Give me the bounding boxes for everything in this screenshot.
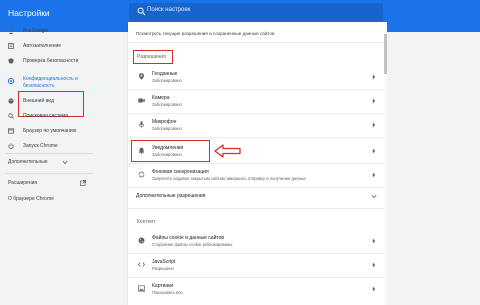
permission-row-location[interactable]: Геоданные Заблокировано — [128, 67, 384, 89]
location-icon — [139, 73, 144, 80]
chevron-down-icon — [62, 160, 68, 165]
bell-icon — [138, 147, 145, 154]
permission-title: Фоновая синхронизация — [152, 169, 209, 175]
sidebar-item-label: Поисковая система — [23, 113, 69, 119]
permission-status: Запретить недавно закрытым сайтам заверш… — [152, 176, 306, 181]
site-data-link[interactable]: Посмотреть текущие разрешения и сохранен… — [136, 31, 276, 36]
scrollbar-thumb[interactable] — [384, 34, 387, 74]
settings-card: Посмотреть текущие разрешения и сохранен… — [128, 22, 384, 305]
chevron-right-icon — [372, 262, 376, 268]
permission-status: Заблокировано — [152, 152, 182, 157]
autofill-icon — [8, 43, 14, 49]
arrow-left-icon — [214, 144, 241, 158]
permission-row-notifications[interactable]: Уведомления Заблокировано — [128, 140, 384, 162]
person-icon — [8, 28, 14, 34]
content-row-images[interactable]: Картинки Показывать все — [128, 278, 384, 300]
sidebar-item-label: Браузер по умолчанию — [23, 128, 77, 134]
palette-icon — [8, 98, 14, 104]
sidebar-item-label: Я и Google — [23, 28, 49, 34]
sidebar-item-label: Внешний вид — [23, 98, 54, 104]
content-title: Файлы cookie и данные сайтов — [152, 235, 225, 241]
scrollbar[interactable] — [384, 22, 387, 305]
search-icon — [137, 7, 146, 16]
image-icon — [138, 285, 145, 292]
external-link-icon — [80, 180, 86, 186]
sidebar-item-label: Расширения — [8, 180, 38, 186]
divider — [128, 42, 384, 43]
microphone-icon — [138, 121, 145, 128]
permission-title: Геоданные — [152, 71, 178, 77]
divider — [5, 173, 93, 174]
permission-row-background-sync[interactable]: Фоновая синхронизация Запретить недавно … — [128, 164, 384, 186]
permission-status: Заблокировано — [152, 126, 182, 131]
sidebar-item-label: Конфиденциальность и безопасность — [23, 76, 78, 90]
section-header-permissions: Разрешения — [137, 54, 166, 60]
sidebar: Я и Google Автозаполнение Проверка безоп… — [0, 22, 100, 305]
sidebar-item-label: Автозаполнение — [23, 43, 62, 49]
content-status: Показывать все — [152, 290, 183, 295]
sidebar-item-label: Проверка безопасности — [23, 58, 79, 64]
shield-lock-icon — [8, 78, 14, 84]
camera-icon — [138, 98, 145, 103]
shield-icon — [8, 58, 14, 64]
power-icon — [8, 143, 14, 149]
cookie-icon — [138, 237, 145, 244]
permission-row-microphone[interactable]: Микрофон Заблокировано — [128, 114, 384, 136]
content-title: JavaScript — [152, 259, 176, 265]
permission-title: Микрофон — [152, 119, 177, 125]
chevron-right-icon — [372, 148, 376, 154]
chevron-right-icon — [372, 98, 376, 104]
chevron-right-icon — [372, 122, 376, 128]
additional-permissions-row[interactable]: Дополнительные разрешения — [128, 188, 384, 206]
chevron-right-icon — [372, 74, 376, 80]
permission-status: Заблокировано — [152, 78, 182, 83]
browser-icon — [8, 128, 14, 134]
search-icon — [8, 113, 14, 119]
chevron-right-icon — [372, 286, 376, 292]
sidebar-item-label: Дополнительные — [8, 159, 48, 165]
content-title: Картинки — [152, 283, 174, 289]
search-box[interactable]: Поиск настроек — [129, 3, 383, 21]
sidebar-item-label: О браузере Chrome — [8, 196, 54, 202]
chevron-right-icon — [372, 238, 376, 244]
page-title: Настройки — [8, 8, 50, 18]
chevron-right-icon — [372, 172, 376, 178]
label-line-1: Конфиденциальность и — [23, 76, 78, 82]
section-header-content: Контент — [137, 219, 156, 225]
sync-icon — [138, 171, 145, 178]
content-row-javascript[interactable]: JavaScript Разрешено — [128, 254, 384, 276]
search-input[interactable]: Поиск настроек — [147, 7, 190, 13]
sidebar-item-label: Запуск Chrome — [23, 143, 58, 149]
permission-title: Уведомления — [152, 145, 184, 151]
divider — [128, 208, 384, 209]
permission-status: Заблокировано — [152, 102, 182, 107]
code-icon — [138, 262, 145, 267]
label-line-2: безопасность — [23, 83, 55, 89]
content-row-cookies[interactable]: Файлы cookie и данные сайтов Сторонние ф… — [128, 230, 384, 252]
permission-title: Камера — [152, 95, 170, 101]
content-status: Разрешено — [152, 266, 174, 271]
permission-row-camera[interactable]: Камера Заблокировано — [128, 90, 384, 112]
content-status: Сторонние файлы cookie заблокированы. — [152, 242, 234, 247]
divider — [5, 153, 93, 154]
divider — [128, 137, 384, 138]
additional-permissions-label: Дополнительные разрешения — [136, 193, 206, 199]
chevron-down-icon — [371, 194, 377, 199]
